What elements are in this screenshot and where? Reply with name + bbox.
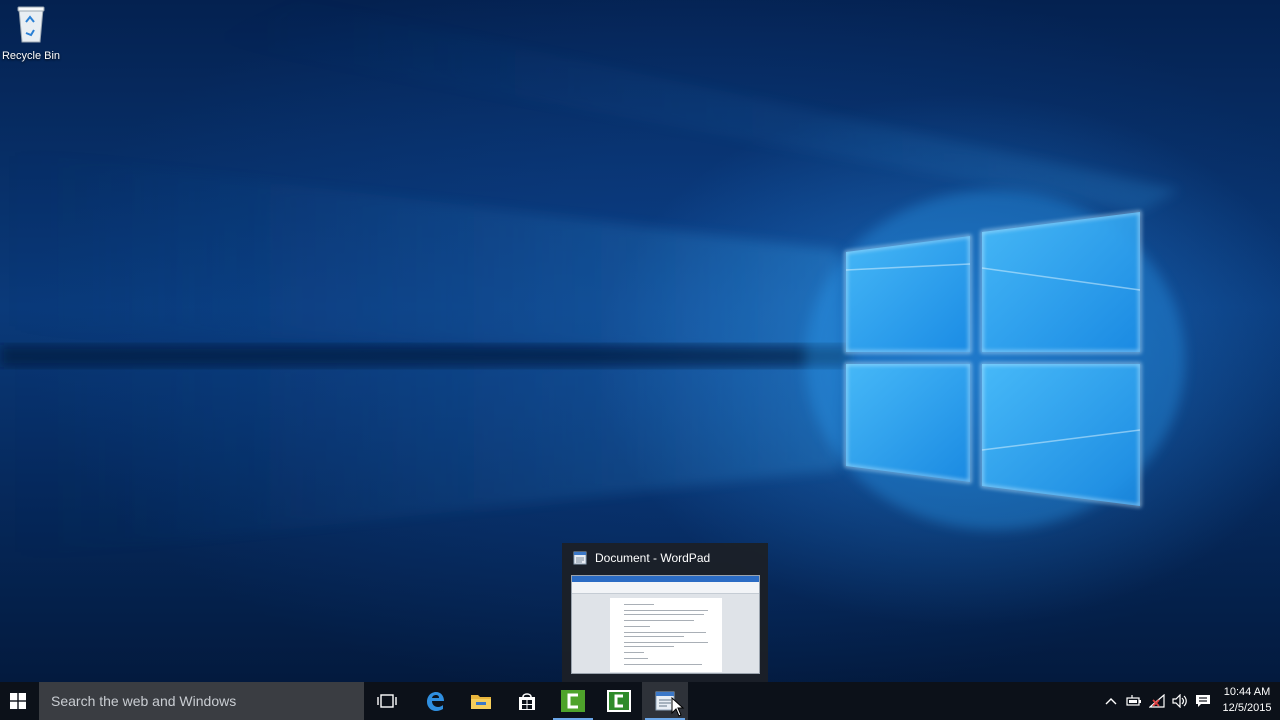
camtasia-icon bbox=[607, 690, 631, 712]
desktop-icon-recycle-bin[interactable]: Recycle Bin bbox=[0, 0, 62, 66]
clock-time: 10:44 AM bbox=[1223, 686, 1271, 698]
clock-date: 12/5/2015 bbox=[1222, 702, 1272, 714]
desktop-icon-label: Recycle Bin bbox=[1, 50, 61, 62]
chevron-up-icon bbox=[1105, 698, 1117, 705]
preview-header: Document - WordPad bbox=[562, 543, 768, 573]
camtasia-recorder-button[interactable] bbox=[550, 682, 596, 720]
network-icon bbox=[1149, 694, 1165, 708]
preview-thumbnail-image[interactable] bbox=[571, 575, 760, 674]
edge-icon bbox=[427, 692, 444, 711]
action-center-button[interactable] bbox=[1192, 682, 1214, 720]
folder-icon bbox=[471, 695, 491, 709]
camtasia-icon bbox=[561, 690, 585, 712]
thumb-ribbon bbox=[572, 582, 759, 594]
network-button[interactable] bbox=[1146, 682, 1168, 720]
task-view-icon bbox=[377, 694, 397, 708]
file-explorer-button[interactable] bbox=[458, 682, 504, 720]
battery-icon bbox=[1126, 695, 1141, 706]
search-placeholder: Search the web and Windows bbox=[51, 693, 237, 709]
start-button[interactable] bbox=[0, 682, 36, 720]
mouse-cursor-icon bbox=[671, 697, 685, 717]
store-icon bbox=[519, 693, 535, 710]
search-box[interactable]: Search the web and Windows bbox=[39, 682, 364, 720]
thumb-page bbox=[610, 598, 722, 672]
volume-button[interactable] bbox=[1169, 682, 1191, 720]
wordpad-icon bbox=[573, 551, 587, 565]
show-hidden-icons-button[interactable] bbox=[1100, 682, 1122, 720]
camtasia-studio-button[interactable] bbox=[596, 682, 642, 720]
windows-logo-icon bbox=[10, 693, 26, 709]
edge-button[interactable] bbox=[412, 682, 458, 720]
action-center-icon bbox=[1196, 695, 1210, 707]
battery-button[interactable] bbox=[1123, 682, 1145, 720]
taskbar: Search the web and Windows 10:44 AM 12/5… bbox=[0, 682, 1280, 720]
recycle-bin-icon bbox=[17, 6, 45, 43]
taskbar-thumbnail-preview[interactable]: Document - WordPad bbox=[562, 543, 768, 682]
task-view-button[interactable] bbox=[364, 682, 410, 720]
volume-icon bbox=[1172, 694, 1187, 708]
taskbar-clock[interactable]: 10:44 AM 12/5/2015 bbox=[1218, 684, 1276, 718]
store-button[interactable] bbox=[504, 682, 550, 720]
preview-title: Document - WordPad bbox=[595, 551, 711, 565]
